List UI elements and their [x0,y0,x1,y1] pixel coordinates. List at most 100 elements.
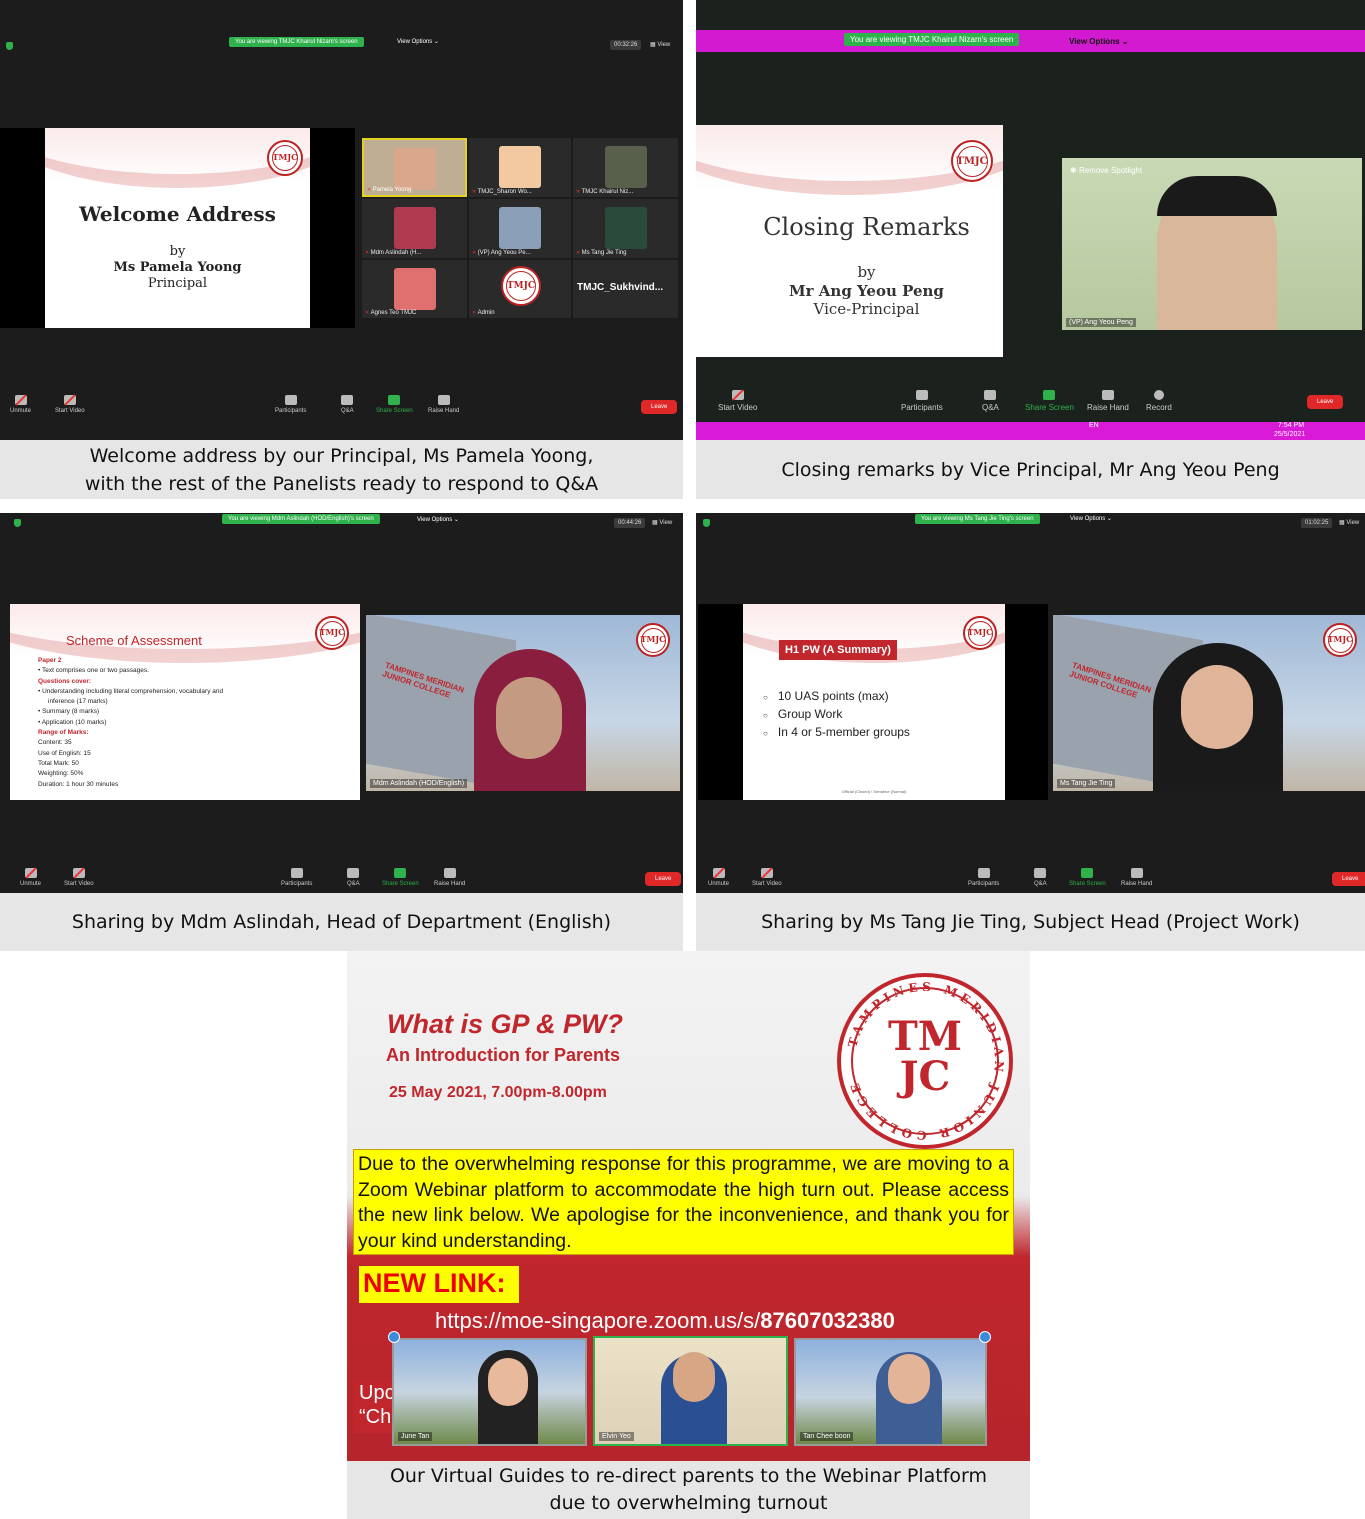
slide-title: H1 PW (A Summary) [779,640,897,660]
language-indicator: EN [1089,422,1099,429]
slide-by: by [169,244,186,259]
guide-video[interactable]: Elvin Yeo [593,1336,788,1446]
slide-line: Use of English: 15 [38,749,91,757]
leave-button[interactable]: Leave [641,400,678,414]
participant-tile[interactable]: TMJC Khairul Niz... [573,138,678,197]
meeting-timer: 01:02:25 [1301,518,1333,528]
participants-button[interactable]: Participants [901,390,943,412]
video-name-label: June Tan [398,1432,433,1441]
participant-tile[interactable]: TMJC_Sharon Wo... [469,138,571,197]
view-button[interactable]: ▦ View [650,41,670,48]
qa-button[interactable]: Q&A [982,390,999,412]
raise-hand-button[interactable]: Raise Hand [434,868,465,887]
video-name-label: Ms Tang Jie Ting [1057,779,1116,788]
video-name-label: Elvin Yeo [599,1432,634,1441]
person-face [1181,665,1253,749]
start-video-button[interactable]: Start Video [718,390,757,412]
logo-letters: TM JC [887,1013,963,1100]
view-options-button[interactable]: View Options ⌄ [417,516,459,523]
participant-name: TMJC_Sukhvind... [577,282,664,293]
raise-hand-button[interactable]: Raise Hand [1087,390,1129,412]
view-options-button[interactable]: View Options ⌄ [1069,37,1128,46]
leave-button[interactable]: Leave [1307,395,1344,409]
zoom-toolbar: Unmute Start Video Participants Q&A Shar… [696,868,1365,893]
start-video-button[interactable]: Start Video [64,868,94,887]
viewing-banner: You are viewing Ms Tang Jie Ting's scree… [915,514,1040,524]
record-button[interactable]: Record [1146,390,1172,412]
unmute-button[interactable]: Unmute [10,395,31,414]
share-screen-button[interactable]: Share Screen [1069,868,1106,887]
start-video-button[interactable]: Start Video [55,395,85,414]
participant-tile[interactable]: TMJC Admin [469,260,571,318]
slide-role: Principal [147,276,208,291]
qa-button[interactable]: Q&A [347,868,360,887]
participant-tile[interactable]: Ms Tang Jie Ting [573,199,678,258]
participants-button[interactable]: Participants [281,868,312,887]
participant-tile[interactable]: (VP) Ang Yeou Pe... [469,199,571,258]
screen-share-border [696,30,1365,52]
share-screen-button[interactable]: Share Screen [1025,390,1074,412]
webinar-link[interactable]: https://moe-singapore.zoom.us/s/87607032… [435,1308,895,1334]
share-screen-button[interactable]: Share Screen [376,395,413,414]
remove-spotlight-button[interactable]: ✱ Remove Spotlight [1070,166,1142,175]
participant-tile[interactable]: Agnes Teo TMJC [362,260,467,318]
slide-line: Duration: 1 hour 30 minutes [38,780,119,788]
microphone-icon [14,395,27,405]
raise-hand-button[interactable]: Raise Hand [1121,868,1152,887]
start-video-button[interactable]: Start Video [752,868,782,887]
meeting-timer: 00:44:26 [614,518,646,528]
notice-box: Due to the overwhelming response for thi… [353,1149,1014,1255]
slide-title: Welcome Address [79,202,276,226]
participants-icon [284,395,297,405]
leave-button[interactable]: Leave [645,872,682,886]
avatar-badge-icon [388,1331,400,1343]
speaker-video[interactable]: TAMPINES MERIDIAN JUNIOR COLLEGE TM JC Ms … [1053,615,1365,791]
unmute-button[interactable]: Unmute [708,868,729,887]
view-button[interactable]: ▦ View [652,519,672,526]
slide-line: Weighting: 50% [38,770,84,778]
gallery: Pamela Yoong TMJC_Sharon Wo... TMJC Khai… [362,138,678,318]
viewing-banner: You are viewing Mdm Aslindah (HOD/Englis… [222,514,380,524]
list-item: ○ In 4 or 5-member groups [763,725,910,739]
qa-button[interactable]: Q&A [341,395,354,414]
shield-icon [14,519,21,527]
zoom-window: You are viewing Mdm Aslindah (HOD/Englis… [0,513,683,893]
caption-line: Closing remarks by Vice Principal, Mr An… [781,458,1280,481]
participant-tile[interactable]: TMJC_Sukhvind... [573,260,678,318]
slide-line: • Text comprises one or two passages. [38,667,149,675]
speaker-video[interactable]: TAMPINES MERIDIAN JUNIOR COLLEGE TM JC Mdm… [366,615,680,791]
webinar-poster: What is GP & PW? An Introduction for Par… [347,951,1030,1461]
slide-line: Range of Marks: [38,729,89,737]
video-name-label: (VP) Ang Yeou Peng [1066,318,1136,327]
zoom-window: You are viewing Ms Tang Jie Ting's scree… [696,513,1365,893]
view-button[interactable]: ▦ View [1339,519,1359,526]
unmute-button[interactable]: Unmute [20,868,41,887]
list-item: ○ 10 UAS points (max) [763,689,889,703]
slide: TM JC Welcome Address by Ms Pamela Yoong … [45,128,310,328]
share-icon [1081,868,1094,878]
slide: TM JC H1 PW (A Summary) ○ 10 UAS points (… [743,604,1005,800]
guide-video[interactable]: Tan Chee boon [794,1338,987,1446]
speaker-video[interactable]: ✱ Remove Spotlight (VP) Ang Yeou Peng [1062,158,1362,330]
participants-button[interactable]: Participants [968,868,999,887]
guide-video[interactable]: June Tan [392,1338,587,1446]
person-face [888,1354,930,1404]
leave-button[interactable]: Leave [1332,872,1365,886]
participant-tile[interactable]: Pamela Yoong [362,138,467,197]
qa-button[interactable]: Q&A [1034,868,1047,887]
tmjc-logo-icon: TM JC [636,623,670,657]
slide-title: Scheme of Assessment [66,633,202,648]
view-options-button[interactable]: View Options ⌄ [1070,515,1112,522]
raise-hand-button[interactable]: Raise Hand [428,395,459,414]
panel-tang-jie-ting: You are viewing Ms Tang Jie Ting's scree… [696,513,1365,951]
share-icon [394,868,407,878]
view-options-button[interactable]: View Options ⌄ [397,38,439,45]
minus-badge-icon [979,1331,991,1343]
microphone-icon [712,868,725,878]
share-screen-button[interactable]: Share Screen [382,868,419,887]
participant-tile[interactable]: Mdm Aslindah (H... [362,199,467,258]
shared-screen: TM JC Welcome Address by Ms Pamela Yoong … [0,128,355,328]
qa-icon [1034,868,1047,878]
participants-button[interactable]: Participants [275,395,306,414]
share-icon [388,395,401,405]
